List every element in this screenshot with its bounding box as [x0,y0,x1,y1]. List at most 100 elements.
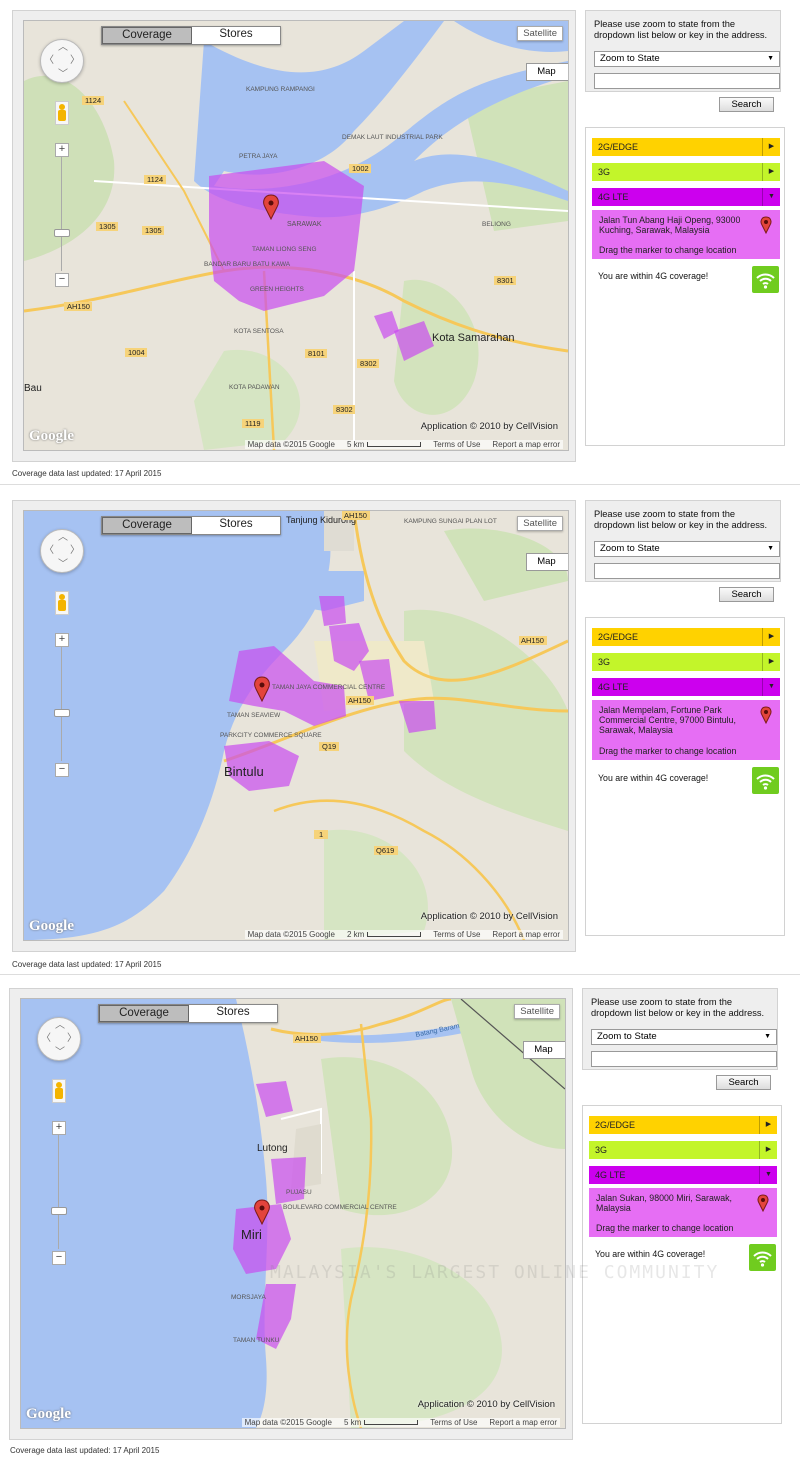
scale-bar [364,1420,419,1426]
play-icon[interactable]: ▶ [759,1141,777,1159]
wifi-signal-icon [752,266,779,293]
zoom-slider-handle[interactable] [54,229,70,237]
search-button[interactable]: Search [719,97,774,112]
row-label: 3G [595,1145,608,1155]
row-4g-lte[interactable]: 4G LTE ▼ [589,1166,777,1184]
row-2g-edge[interactable]: 2G/EDGE ▶ [589,1116,777,1134]
chevron-down-icon[interactable]: ▼ [762,188,780,206]
zoom-to-state-select[interactable]: Zoom to State ▼ [594,541,780,557]
pegman-icon[interactable] [55,591,69,615]
pegman-icon[interactable] [55,101,69,125]
coverage-map[interactable]: Bintulu Tanjung Kidurong KAMPUNG SUNGAI … [23,510,569,941]
zoom-in-icon[interactable]: + [52,1121,66,1135]
tab-stores[interactable]: Stores [189,1005,277,1020]
zoom-out-icon[interactable]: − [52,1251,66,1265]
address-text: Jalan Sukan, 98000 Miri, Sarawak, Malays… [596,1193,732,1213]
row-label: 4G LTE [595,1170,626,1180]
pegman-icon[interactable] [52,1079,66,1103]
zoom-slider-handle[interactable] [51,1207,67,1215]
search-button[interactable]: Search [716,1075,771,1090]
zoom-to-state-value: Zoom to State [597,1031,657,1042]
tab-coverage[interactable]: Coverage [102,27,192,44]
map-canvas[interactable]: Kota Samarahan Bau KAMPUNG RAMPANGI PETR… [24,21,568,450]
road-label: AH150 [67,302,90,311]
address-input[interactable] [594,563,780,579]
road-label: AH150 [295,1034,318,1043]
zoom-to-state-select[interactable]: Zoom to State ▼ [594,51,780,67]
search-box: Please use zoom to state from the dropdo… [585,500,781,602]
road-label: 1119 [245,419,261,428]
map-footer: Map data ©2015 Google 5 km Terms of Use … [244,440,563,449]
place-label: Lutong [257,1143,288,1154]
row-4g-lte[interactable]: 4G LTE ▼ [592,678,780,696]
area-label: GREEN HEIGHTS [250,286,304,293]
report-error-link[interactable]: Report a map error [492,440,560,449]
pan-control-icon[interactable]: ︿ ﹀ 〈 〉 [37,1017,81,1061]
coverage-updated-note: Coverage data last updated: 17 April 201… [12,469,162,478]
map-canvas[interactable]: Lutong Miri Batang Baram PUJASU BOULEVAR… [21,999,565,1428]
tab-stores[interactable]: Stores [192,517,280,532]
zoom-slider-track[interactable] [61,633,62,761]
address-text: Jalan Tun Abang Haji Openg, 93000 Kuchin… [599,215,741,235]
map-type-map[interactable]: Map [526,63,568,81]
map-type-map[interactable]: Map [526,553,568,571]
coverage-map[interactable]: Kota Samarahan Bau KAMPUNG RAMPANGI PETR… [23,20,569,451]
zoom-in-icon[interactable]: + [55,143,69,157]
map-scale-label: 2 km [346,930,365,939]
place-label: Miri [241,1227,262,1242]
zoom-in-icon[interactable]: + [55,633,69,647]
tab-stores[interactable]: Stores [192,27,280,42]
row-3g[interactable]: 3G ▶ [592,163,780,181]
row-2g-edge[interactable]: 2G/EDGE ▶ [592,138,780,156]
terms-link[interactable]: Terms of Use [430,1418,477,1427]
address-input[interactable] [594,73,780,89]
row-4g-lte[interactable]: 4G LTE ▼ [592,188,780,206]
road-label: 1124 [147,175,163,184]
coverage-status: You are within 4G coverage! [598,773,709,783]
coverage-status: You are within 4G coverage! [598,271,709,281]
terms-link[interactable]: Terms of Use [433,930,480,939]
road-label: AH150 [521,636,544,645]
row-3g[interactable]: 3G ▶ [589,1141,777,1159]
area-label: KAMPUNG RAMPANGI [246,86,315,93]
coverage-map[interactable]: Lutong Miri Batang Baram PUJASU BOULEVAR… [20,998,566,1429]
map-type-satellite[interactable]: Satellite [515,1005,559,1018]
zoom-to-state-select[interactable]: Zoom to State ▼ [591,1029,777,1045]
row-2g-edge[interactable]: 2G/EDGE ▶ [592,628,780,646]
address-card: Jalan Mempelam, Fortune Park Commercial … [592,700,780,760]
area-label: BELIONG [482,221,511,228]
zoom-slider-handle[interactable] [54,709,70,717]
chevron-down-icon[interactable]: ▼ [762,678,780,696]
play-icon[interactable]: ▶ [762,163,780,181]
zoom-out-icon[interactable]: − [55,273,69,287]
terms-link[interactable]: Terms of Use [433,440,480,449]
tab-coverage[interactable]: Coverage [99,1005,189,1022]
map-canvas[interactable]: Bintulu Tanjung Kidurong KAMPUNG SUNGAI … [24,511,568,940]
report-error-link[interactable]: Report a map error [489,1418,557,1427]
zoom-slider-track[interactable] [58,1121,59,1249]
app-credit: Application © 2010 by CellVision [420,911,558,922]
coverage-updated-note: Coverage data last updated: 17 April 201… [12,960,162,969]
zoom-out-icon[interactable]: − [55,763,69,777]
play-icon[interactable]: ▶ [762,138,780,156]
area-label: MORSJAYA [231,1294,266,1301]
chevron-down-icon[interactable]: ▼ [759,1166,777,1184]
area-label: BANDAR BARU BATU KAWA [204,261,291,268]
coverage-legend: 2G/EDGE ▶ 3G ▶ 4G LTE ▼ Jalan Mempelam, For… [585,617,785,936]
zoom-slider-track[interactable] [61,143,62,271]
pan-control-icon[interactable]: ︿ ﹀ 〈 〉 [40,529,84,573]
map-view-tabs: Coverage Stores [101,26,281,45]
play-icon[interactable]: ▶ [762,628,780,646]
map-type-map[interactable]: Map [523,1041,565,1059]
scale-bar [367,442,422,448]
play-icon[interactable]: ▶ [759,1116,777,1134]
row-3g[interactable]: 3G ▶ [592,653,780,671]
map-type-satellite[interactable]: Satellite [518,27,562,40]
map-type-satellite[interactable]: Satellite [518,517,562,530]
search-button[interactable]: Search [719,587,774,602]
pan-control-icon[interactable]: ︿ ﹀ 〈 〉 [40,39,84,83]
play-icon[interactable]: ▶ [762,653,780,671]
tab-coverage[interactable]: Coverage [102,517,192,534]
report-error-link[interactable]: Report a map error [492,930,560,939]
address-input[interactable] [591,1051,777,1067]
